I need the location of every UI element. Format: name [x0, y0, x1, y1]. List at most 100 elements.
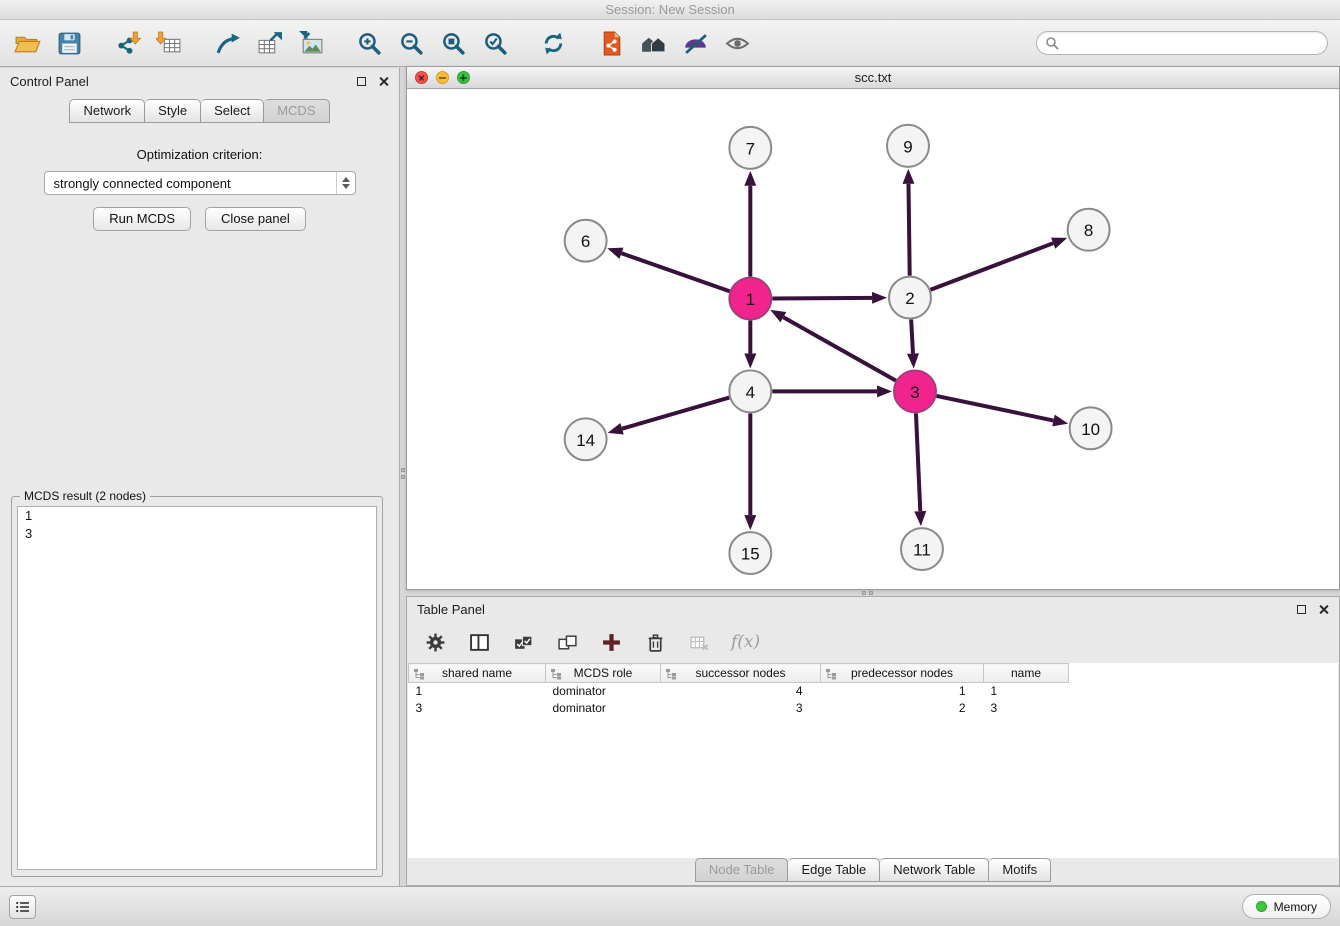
apps-group	[596, 28, 752, 58]
criterion-selected-value: strongly connected component	[54, 176, 231, 191]
open-session-button[interactable]	[12, 28, 42, 58]
search-input[interactable]	[1036, 31, 1328, 55]
cell-mcds_role[interactable]: dominator	[546, 683, 661, 700]
select-all-button[interactable]	[511, 630, 535, 654]
graph-edge-3-1[interactable]	[783, 317, 896, 380]
column-header-name[interactable]: name	[984, 664, 1069, 683]
column-header-mcds-role[interactable]: MCDS role	[546, 664, 661, 683]
mcds-result-item[interactable]: 3	[18, 525, 376, 543]
layout-group	[538, 28, 568, 58]
mcds-result-list[interactable]: 13	[17, 506, 377, 870]
zoom-in-button[interactable]	[354, 28, 384, 58]
mcds-result-item[interactable]: 1	[18, 507, 376, 525]
cell-shared_name[interactable]: 1	[409, 683, 546, 700]
graph-edge-1-6[interactable]	[621, 253, 729, 291]
export-image-button[interactable]	[296, 28, 326, 58]
document-share-button[interactable]	[596, 28, 626, 58]
list-icon	[15, 900, 31, 914]
close-panel-button[interactable]: Close panel	[205, 207, 306, 231]
delete-column-button[interactable]	[643, 630, 667, 654]
delete-table-button[interactable]	[687, 630, 711, 654]
export-table-button[interactable]	[254, 28, 284, 58]
tab-network[interactable]: Network	[69, 99, 145, 123]
maximize-window-icon[interactable]	[457, 71, 470, 84]
table-settings-button[interactable]	[423, 630, 447, 654]
tab-select[interactable]: Select	[201, 99, 264, 123]
zoom-in-icon	[356, 30, 383, 57]
table-row[interactable]: 1dominator411	[409, 683, 1339, 700]
unselect-all-icon	[557, 632, 578, 653]
cell-successor_nodes[interactable]: 4	[661, 683, 821, 700]
show-graphics-button[interactable]	[722, 28, 752, 58]
table-row[interactable]: 3dominator323	[409, 700, 1339, 717]
mcds-buttons: Run MCDS Close panel	[0, 207, 399, 231]
tab-edge-table[interactable]: Edge Table	[788, 858, 880, 882]
import-table-icon	[156, 30, 183, 57]
zoom-out-button[interactable]	[396, 28, 426, 58]
graph-edge-3-11[interactable]	[916, 413, 920, 511]
graph-node-label-7: 7	[746, 139, 755, 158]
apply-layout-button[interactable]	[538, 28, 568, 58]
tab-style[interactable]: Style	[145, 99, 201, 123]
graph-node-label-14: 14	[576, 431, 595, 450]
cell-predecessor_nodes[interactable]: 2	[821, 700, 984, 717]
column-header-successor-nodes[interactable]: successor nodes	[661, 664, 821, 683]
run-mcds-button[interactable]: Run MCDS	[93, 207, 191, 231]
graph-edge-1-2[interactable]	[772, 298, 872, 299]
cell-shared_name[interactable]: 3	[409, 700, 546, 717]
graph-node-label-15: 15	[741, 545, 760, 564]
function-builder-button[interactable]: f(x)	[731, 632, 760, 652]
select-all-icon	[513, 632, 534, 653]
column-header-shared-name[interactable]: shared name	[409, 664, 546, 683]
search-container	[1036, 31, 1328, 55]
save-session-button[interactable]	[54, 28, 84, 58]
control-panel-header: Control Panel	[0, 68, 399, 94]
home-icon	[640, 30, 667, 57]
task-history-button[interactable]	[9, 895, 36, 919]
column-header-predecessor-nodes[interactable]: predecessor nodes	[821, 664, 984, 683]
network-view-window: scc.txt 7968124314101511	[406, 66, 1340, 590]
zoom-fit-button[interactable]	[438, 28, 468, 58]
graph-edge-3-10[interactable]	[936, 396, 1053, 421]
tab-network-table[interactable]: Network Table	[880, 858, 989, 882]
cell-mcds_role[interactable]: dominator	[546, 700, 661, 717]
graph-edge-4-14[interactable]	[622, 398, 729, 429]
import-group	[112, 28, 184, 58]
criterion-select[interactable]: strongly connected component	[44, 171, 356, 195]
columns-icon	[469, 632, 490, 653]
graph-edge-2-9[interactable]	[908, 184, 909, 276]
show-columns-button[interactable]	[467, 630, 491, 654]
graph-edge-2-3[interactable]	[911, 320, 913, 354]
cell-name[interactable]: 3	[984, 700, 1069, 717]
network-canvas[interactable]: 7968124314101511	[407, 90, 1339, 589]
export-network-button[interactable]	[212, 28, 242, 58]
home-button[interactable]	[638, 28, 668, 58]
unselect-all-button[interactable]	[555, 630, 579, 654]
add-column-button[interactable]	[599, 630, 623, 654]
import-network-icon	[114, 30, 141, 57]
network-window-titlebar[interactable]: scc.txt	[407, 67, 1339, 89]
tab-node-table[interactable]: Node Table	[695, 858, 789, 882]
tab-motifs[interactable]: Motifs	[989, 858, 1051, 882]
tab-mcds[interactable]: MCDS	[264, 99, 329, 123]
graph-edge-2-8[interactable]	[931, 243, 1054, 290]
close-panel-icon[interactable]	[378, 76, 389, 87]
edge-arrowhead	[744, 171, 756, 186]
float-panel-icon[interactable]	[357, 77, 366, 86]
cell-name[interactable]: 1	[984, 683, 1069, 700]
table-tabs: Node Table Edge Table Network Table Moti…	[407, 858, 1339, 882]
close-table-panel-icon[interactable]	[1318, 604, 1329, 615]
graph-node-label-1: 1	[746, 290, 755, 309]
close-window-icon[interactable]	[415, 71, 428, 84]
memory-button[interactable]: Memory	[1242, 894, 1331, 919]
import-table-button[interactable]	[154, 28, 184, 58]
float-table-panel-icon[interactable]	[1297, 605, 1306, 614]
edge-arrowhead	[744, 353, 756, 368]
cell-predecessor_nodes[interactable]: 1	[821, 683, 984, 700]
cell-successor_nodes[interactable]: 3	[661, 700, 821, 717]
graph-node-label-6: 6	[581, 232, 590, 251]
minimize-window-icon[interactable]	[436, 71, 449, 84]
vizmapper-button[interactable]	[680, 28, 710, 58]
zoom-selected-button[interactable]	[480, 28, 510, 58]
import-network-button[interactable]	[112, 28, 142, 58]
